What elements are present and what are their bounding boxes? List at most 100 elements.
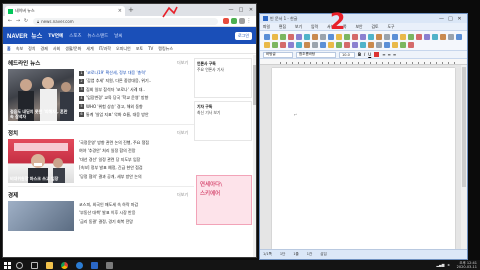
category-item[interactable]: 랭킹뉴스 (158, 46, 173, 52)
category-item[interactable]: 홈 (7, 46, 11, 52)
more-link[interactable]: 더보기 (177, 60, 188, 66)
toolbar-button-icon[interactable] (368, 33, 374, 40)
font-color-icon[interactable] (374, 52, 380, 57)
headline-item[interactable]: 5 WHO '위험 상승' 경고, 해외 동향 (79, 103, 188, 111)
economy-item[interactable]: 코스피, 외국인 매도세 속 하락 마감 (79, 201, 188, 209)
nav-item[interactable]: TV연예 (48, 33, 63, 39)
politics-item[interactable]: '대선 경선' 일정 관련 당 지도부 입장 (79, 156, 188, 164)
headline-item[interactable]: 4 '입장변경' 교육 당국 '학교 운영' 방향 (79, 94, 188, 102)
hwp-taskbar-icon[interactable] (91, 261, 98, 269)
minimize-button[interactable]: — (437, 16, 446, 22)
minimize-button[interactable]: — (226, 7, 236, 13)
toolbar-button-icon[interactable] (424, 33, 430, 40)
politics-photo[interactable]: 비대위원장 마스크 쓰고 입장 (8, 139, 74, 183)
category-item[interactable]: 오피니언 (116, 46, 131, 52)
toolbar-button-icon[interactable] (432, 33, 438, 40)
headline-item[interactable]: 1 '코로나19' 확산세, 정부 대응 '총력' (79, 69, 188, 77)
tab-close-icon[interactable]: × (118, 8, 122, 14)
category-item[interactable]: 사회 (53, 46, 60, 52)
font-size-select[interactable]: 10.0 (339, 51, 355, 58)
category-item[interactable]: 경제 (40, 46, 47, 52)
volume-icon[interactable]: 🔊︎ (447, 263, 449, 267)
naver-logo[interactable]: NAVER 뉴스 (7, 31, 42, 40)
nav-item[interactable]: 스포츠 (69, 33, 81, 39)
nav-item[interactable]: 뉴스스탠드 (88, 33, 109, 39)
menu-item[interactable]: 도구 (388, 24, 395, 30)
extension-icon[interactable] (223, 18, 229, 24)
side-advert[interactable]: 연세아다\ 스키에어 (196, 175, 252, 225)
toolbar-button-icon[interactable] (360, 41, 366, 48)
headline-item[interactable]: 2 '감염 추세' 지원, 다른 중앙대응, 위기.. (79, 77, 188, 85)
toolbar-button-icon[interactable] (384, 41, 390, 48)
reload-icon[interactable]: ↻ (22, 18, 30, 24)
italic-icon[interactable]: I (364, 52, 365, 57)
toolbar-button-icon[interactable] (440, 33, 446, 40)
new-tab-icon[interactable]: + (128, 6, 134, 14)
browser-tab[interactable]: 네이버 뉴스 × (5, 6, 125, 16)
politics-item[interactable]: '국정운영' 방향 관련 논의 진행, 주요 쟁점 (79, 139, 188, 147)
menu-item[interactable]: 파일 (263, 24, 270, 30)
menu-item[interactable]: 보안 (356, 24, 363, 30)
toolbar-button-icon[interactable] (264, 41, 270, 48)
more-link[interactable]: 더보기 (177, 192, 188, 198)
taskbar-clock[interactable]: 오후 12:41 2020-03-11 (457, 261, 477, 269)
toolbar-button-icon[interactable] (448, 33, 454, 40)
category-item[interactable]: 세계 (86, 46, 93, 52)
maximize-button[interactable]: □ (236, 7, 246, 13)
toolbar-button-icon[interactable] (456, 33, 462, 40)
toolbar-button-icon[interactable] (280, 41, 286, 48)
toolbar-button-icon[interactable] (384, 33, 390, 40)
toolbar-button-icon[interactable] (400, 33, 406, 40)
toolbar-button-icon[interactable] (272, 33, 278, 40)
category-item[interactable]: 포토 (136, 46, 143, 52)
sidebar-box[interactable]: 언론사 구독 주요 언론사 기사 (194, 58, 252, 98)
politics-item[interactable]: '당정 협의' 결과 공개, 세부 방안 논의 (79, 173, 188, 181)
menu-item[interactable]: 입력 (311, 24, 318, 30)
headline-item[interactable]: 6 통계 '실업 지표' 악화 흐름, 대응 방안 (79, 111, 188, 119)
back-arrow-icon[interactable]: ← (6, 18, 14, 24)
toolbar-button-icon[interactable] (400, 41, 406, 48)
scrollbar-thumb[interactable] (253, 65, 256, 105)
toolbar-button-icon[interactable] (376, 41, 382, 48)
close-button[interactable]: ✕ (246, 7, 256, 13)
toolbar-button-icon[interactable] (288, 33, 294, 40)
toolbar-button-icon[interactable] (304, 41, 310, 48)
toolbar-button-icon[interactable] (368, 41, 374, 48)
toolbar-button-icon[interactable] (312, 33, 318, 40)
hwp-edit-area[interactable]: ↵ (260, 65, 461, 249)
headline-item[interactable]: 3 집회 일부 참석자 '코로나' 사례 대.. (79, 86, 188, 94)
toolbar-button-icon[interactable] (272, 41, 278, 48)
politics-item[interactable]: 여야 '추경안' 처리 일정 합의 전망 (79, 147, 188, 155)
nav-item[interactable]: 날씨 (114, 33, 122, 39)
network-icon[interactable]: ▂▄▆ (436, 263, 444, 267)
forward-arrow-icon[interactable]: → (14, 18, 22, 24)
toolbar-button-icon[interactable] (296, 33, 302, 40)
toolbar-button-icon[interactable] (336, 41, 342, 48)
toolbar-button-icon[interactable] (352, 41, 358, 48)
scrollbar-thumb[interactable] (462, 67, 466, 187)
more-link[interactable]: 더보기 (177, 130, 188, 136)
headline-photo[interactable]: 걸음도 내딛지 못한 '피해자', 혼란 속 참석자 (8, 69, 74, 121)
economy-item[interactable]: '부동산 대책' 발표 이후 시장 반응 (79, 209, 188, 217)
toolbar-button-icon[interactable] (304, 33, 310, 40)
toolbar-button-icon[interactable] (280, 33, 286, 40)
hwp-scrollbar[interactable] (461, 65, 467, 249)
style-select[interactable]: 바탕글 (263, 51, 293, 58)
menu-item[interactable]: 편집 (279, 24, 286, 30)
login-button[interactable]: 로그인 (234, 31, 252, 40)
toolbar-button-icon[interactable] (408, 33, 414, 40)
maximize-button[interactable]: □ (446, 16, 455, 22)
toolbar-button-icon[interactable] (312, 41, 318, 48)
toolbar-button-icon[interactable] (360, 33, 366, 40)
document-page[interactable]: ↵ (272, 68, 455, 249)
toolbar-button-icon[interactable] (376, 33, 382, 40)
underline-icon[interactable]: U (368, 52, 371, 57)
menu-item[interactable]: 보기 (295, 24, 302, 30)
toolbar-button-icon[interactable] (416, 33, 422, 40)
edge-icon[interactable] (76, 261, 83, 269)
economy-photo[interactable] (8, 201, 74, 231)
extension-icon[interactable] (231, 18, 237, 24)
category-item[interactable]: TV (148, 46, 153, 51)
menu-item[interactable]: 검토 (372, 24, 379, 30)
align-left-icon[interactable]: ≡ (382, 52, 385, 57)
